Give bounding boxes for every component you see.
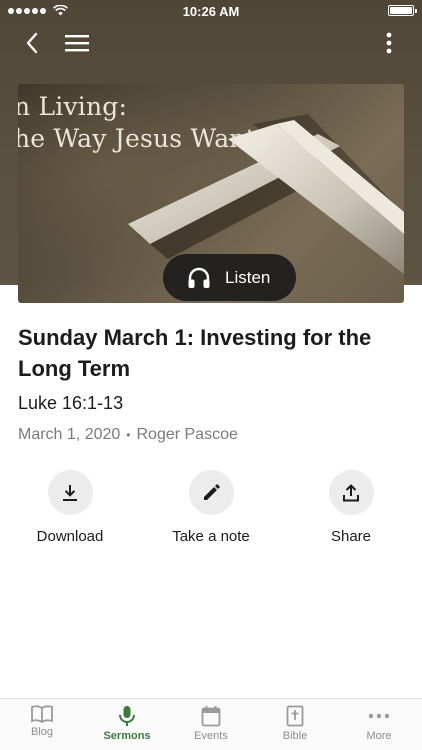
share-circle[interactable] [328,470,374,515]
pencil-icon [203,484,220,500]
sermon-banner-image: n Living: he Way Jesus Wants Listen [18,84,404,303]
bible-icon [286,705,304,727]
status-time: 10:26 AM [182,4,240,19]
tab-events[interactable]: Events [169,705,253,742]
sermon-date: March 1, 2020 [18,426,121,443]
bottom-tab-bar: Blog Sermons Events Bible More [0,698,422,750]
download-icon [63,484,77,501]
scripture-reference: Luke 16:1-13 [18,393,124,413]
meta-separator: • [126,428,131,442]
menu-button[interactable] [60,26,94,60]
tab-sermons[interactable]: Sermons [85,705,169,742]
share-icon [343,483,359,501]
tab-bible-label: Bible [282,730,308,742]
tab-more[interactable]: More [337,705,421,742]
tab-blog-label: Blog [30,726,54,738]
take-note-button[interactable]: Take a note [151,470,271,545]
back-button[interactable] [15,26,49,60]
banner-title-line-2: he Way Jesus Wants [18,124,269,153]
sermon-speaker[interactable]: Roger Pascoe [136,426,237,444]
battery-icon [388,5,417,16]
sermon-meta: March 1, 2020 • Roger Pascoe [18,426,238,444]
tab-bible[interactable]: Bible [253,705,337,742]
download-button[interactable]: Download [10,470,130,545]
book-icon [31,705,53,723]
listen-label: Listen [225,267,271,287]
overflow-menu-button[interactable] [372,26,406,60]
tab-events-label: Events [194,730,228,742]
headphones-icon [188,267,210,288]
hamburger-icon [65,35,89,52]
tab-more-label: More [366,730,392,742]
status-bar: 10:26 AM [0,0,422,22]
share-button[interactable]: Share [291,470,411,545]
banner-title-line-1: n Living: [18,92,128,121]
tab-sermons-label: Sermons [103,730,151,742]
download-circle[interactable] [47,470,93,515]
top-nav [0,26,422,60]
action-row: Download Take a note Share [0,470,422,550]
download-label: Download [36,528,104,545]
take-note-label: Take a note [172,528,250,545]
sermon-title: Sunday March 1: Investing for the Long T… [18,325,372,381]
kebab-icon [386,32,392,54]
take-note-circle[interactable] [188,470,234,515]
calendar-icon [201,706,221,727]
more-dots-icon [368,713,390,719]
share-label: Share [330,528,372,545]
tab-blog[interactable]: Blog [0,705,84,738]
microphone-icon [119,706,135,726]
listen-button[interactable]: Listen [163,254,296,301]
chevron-left-icon [26,32,38,54]
